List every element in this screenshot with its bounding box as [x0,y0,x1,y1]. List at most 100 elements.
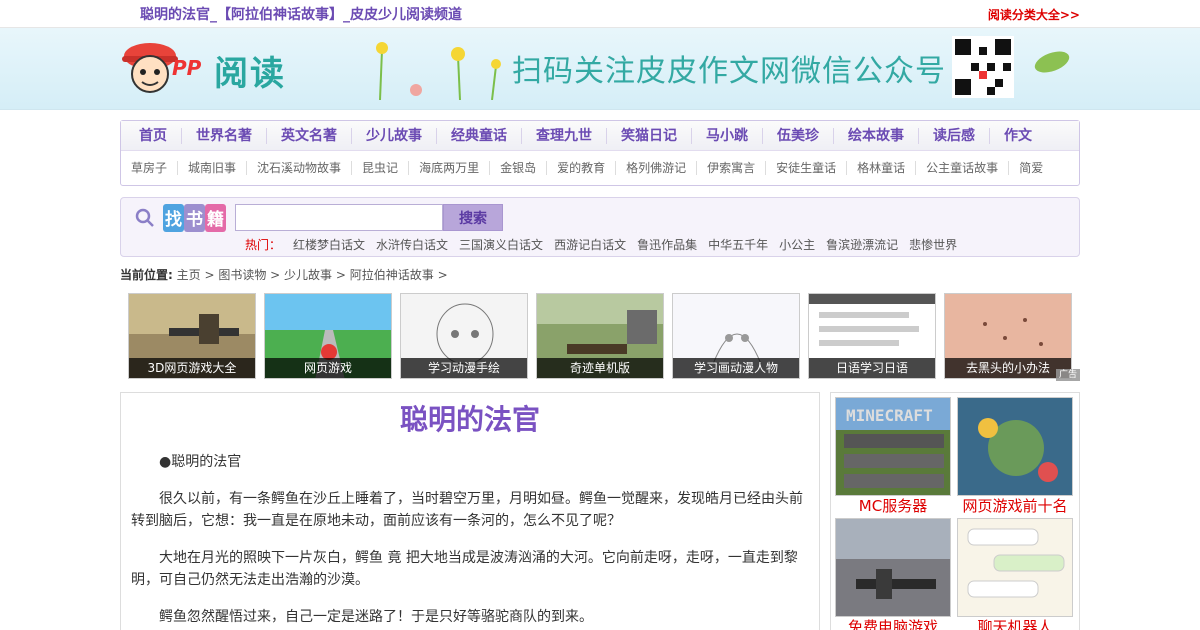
ad-tag[interactable]: 广告 [1055,369,1080,381]
site-logo[interactable]: PP 阅读 [120,36,320,100]
search-icon [135,208,154,227]
sidebar-ad-caption[interactable]: MC服务器 [835,496,951,516]
sidebar-ad[interactable]: 网页游戏前十名 [957,397,1073,516]
breadcrumb-separator: > [200,268,219,282]
subnav-item[interactable]: 沈石溪动物故事 [247,161,353,175]
leaf-icon [1034,51,1070,73]
hot-link[interactable]: 小公主 [779,236,815,253]
subnav-item[interactable]: 草房子 [121,161,179,175]
flowers-decoration [320,36,510,101]
logo-text: 阅读 [214,54,286,94]
badge-char: 书 [184,204,205,232]
nav-item[interactable]: 伍美珍 [763,127,834,144]
main-navigation: 首页 世界名著 英文名著 少儿故事 经典童话 查理九世 笑猫日记 马小跳 伍美珍 绘本故事 读后感作… [120,120,1080,186]
sidebar-ad[interactable]: 免费电脑游戏 [835,518,951,630]
article-title: 聪明的法官 [399,403,540,436]
nav-item[interactable]: 绘本故事 [834,127,919,144]
page-title: 聪明的法官_【阿拉伯神话故事】_皮皮少儿阅读频道 [140,7,462,23]
kid-mascot-icon [122,43,178,93]
banner-slogan: 扫码关注皮皮作文网微信公众号 [512,54,946,89]
sidebar-ad-image[interactable]: MINECRAFT [835,397,951,496]
top-bar: 聪明的法官_【阿拉伯神话故事】_皮皮少儿阅读频道 阅读分类大全>> [0,0,1200,28]
nav-item[interactable]: 经典童话 [437,127,522,144]
breadcrumb-link[interactable]: 图书读物 [218,268,266,282]
ad-thumbnail[interactable]: 奇迹单机版 [536,293,664,379]
nav-item[interactable]: 马小跳 [692,127,763,144]
subnav-item[interactable]: 简爱 [1009,161,1053,175]
sidebar-ad[interactable]: MINECRAFT MC服务器 [835,397,951,516]
subnav-item[interactable]: 昆虫记 [352,161,410,175]
subnav-item[interactable]: 格林童话 [847,161,917,175]
find-book-badge: 找 书 籍 [163,204,226,232]
hot-link[interactable]: 悲惨世界 [909,236,957,253]
breadcrumb-link[interactable]: 阿拉伯神话故事 [350,268,434,282]
hot-link[interactable]: 中华五千年 [708,236,768,253]
ad-thumbnail[interactable]: 日语学习日语 [808,293,936,379]
subnav-item[interactable]: 伊索寓言 [697,161,767,175]
sidebar-ad-caption[interactable]: 网页游戏前十名 [957,496,1073,516]
badge-char: 籍 [205,204,226,232]
subnav-item[interactable]: 金银岛 [490,161,548,175]
nav-main-row: 首页 世界名著 英文名著 少儿故事 经典童话 查理九世 笑猫日记 马小跳 伍美珍 绘本故事 读后感作… [121,121,1079,151]
search-panel: 找 书 籍 搜索 热门： 红楼梦白话文 水浒传白话文 三国演义白话文 西游记白话文 鲁迅… [120,197,1080,257]
search-button[interactable]: 搜索 [443,204,503,231]
subnav-item[interactable]: 城南旧事 [178,161,248,175]
breadcrumb-separator: > [433,268,448,282]
qr-code [952,36,1014,98]
nav-item[interactable]: 笑猫日记 [607,127,692,144]
badge-char: 找 [163,204,184,232]
subnav-item[interactable]: 格列佛游记 [616,161,698,175]
nav-item[interactable]: 英文名著 [267,127,352,144]
nav-item[interactable]: 少儿故事 [352,127,437,144]
minecraft-logo: MINECRAFT [846,406,933,425]
ad-thumbnail[interactable]: 3D网页游戏大全 [128,293,256,379]
breadcrumb-separator: > [266,268,285,282]
thumbnail-caption: 日语学习日语 [809,358,935,378]
thumbnail-strip: 3D网页游戏大全 网页游戏 学习动漫手绘 奇迹单机版 学习画动漫人物 日语学习日语 去黑头的… [120,293,1080,381]
thumbnail-caption: 学习动漫手绘 [401,358,527,378]
nav-sub-row: 草房子 城南旧事 沈石溪动物故事 昆虫记 海底两万里 金银岛 爱的教育 格列佛游记 伊索寓言 安徒… [121,151,1079,185]
sidebar-ad-caption[interactable]: 免费电脑游戏 [835,617,951,630]
subnav-item[interactable]: 公主童话故事 [916,161,1010,175]
breadcrumb-link[interactable]: 少儿故事 [284,268,332,282]
hot-link[interactable]: 三国演义白话文 [459,236,543,253]
article: 聪明的法官 ●聪明的法官 很久以前，有一条鳄鱼在沙丘上睡着了，当时碧空万里，月明如… [120,392,820,630]
search-input[interactable] [235,204,443,231]
category-link[interactable]: 阅读分类大全>> [988,6,1080,23]
nav-item[interactable]: 查理九世 [522,127,607,144]
thumbnail-caption: 网页游戏 [265,358,391,378]
thumbnail-caption: 去黑头的小办法 [945,358,1071,378]
breadcrumb-label: 当前位置: [120,268,173,282]
thumbnail-caption: 奇迹单机版 [537,358,663,378]
subnav-item[interactable]: 爱的教育 [547,161,617,175]
nav-item[interactable]: 首页 [125,127,182,144]
header-banner: PP 阅读 扫码关注皮皮作文网微信公众号 [0,28,1200,110]
sidebar-ad-image[interactable] [957,518,1073,617]
thumbnail-caption: 3D网页游戏大全 [129,358,255,378]
breadcrumb-link[interactable]: 主页 [177,268,201,282]
subnav-item[interactable]: 安徒生童话 [766,161,848,175]
sidebar-ad-image[interactable] [835,518,951,617]
hot-link[interactable]: 西游记白话文 [554,236,626,253]
nav-item[interactable]: 作文 [990,128,1046,144]
thumbnail-caption: 学习画动漫人物 [673,358,799,378]
hot-link[interactable]: 鲁迅作品集 [637,236,697,253]
hot-label: 热门： [245,238,282,252]
sidebar-ad-caption[interactable]: 聊天机器人 [957,617,1073,630]
article-paragraph: 鳄鱼忽然醒悟过来，自己一定是迷路了！于是只好等骆驼商队的到来。 [159,609,593,625]
nav-item[interactable]: 世界名著 [182,127,267,144]
hot-link[interactable]: 水浒传白话文 [376,236,448,253]
article-paragraph: ●聪明的法官 [159,454,242,470]
hot-link[interactable]: 红楼梦白话文 [293,236,365,253]
ad-thumbnail[interactable]: 学习动漫手绘 [400,293,528,379]
ad-thumbnail[interactable]: 学习画动漫人物 [672,293,800,379]
ad-thumbnail[interactable]: 去黑头的小办法 [944,293,1072,379]
logo-pp: PP [172,56,202,80]
hot-link[interactable]: 鲁滨逊漂流记 [826,236,898,253]
nav-item[interactable]: 读后感 [919,127,990,144]
sidebar-ad[interactable]: 聊天机器人 [957,518,1073,630]
ad-thumbnail[interactable]: 网页游戏 [264,293,392,379]
article-paragraph: 大地在月光的照映下一片灰白，鳄鱼 竟 把大地当成是波涛汹涌的大河。它向前走呀，走… [131,550,798,588]
sidebar-ad-image[interactable] [957,397,1073,496]
subnav-item[interactable]: 海底两万里 [409,161,491,175]
